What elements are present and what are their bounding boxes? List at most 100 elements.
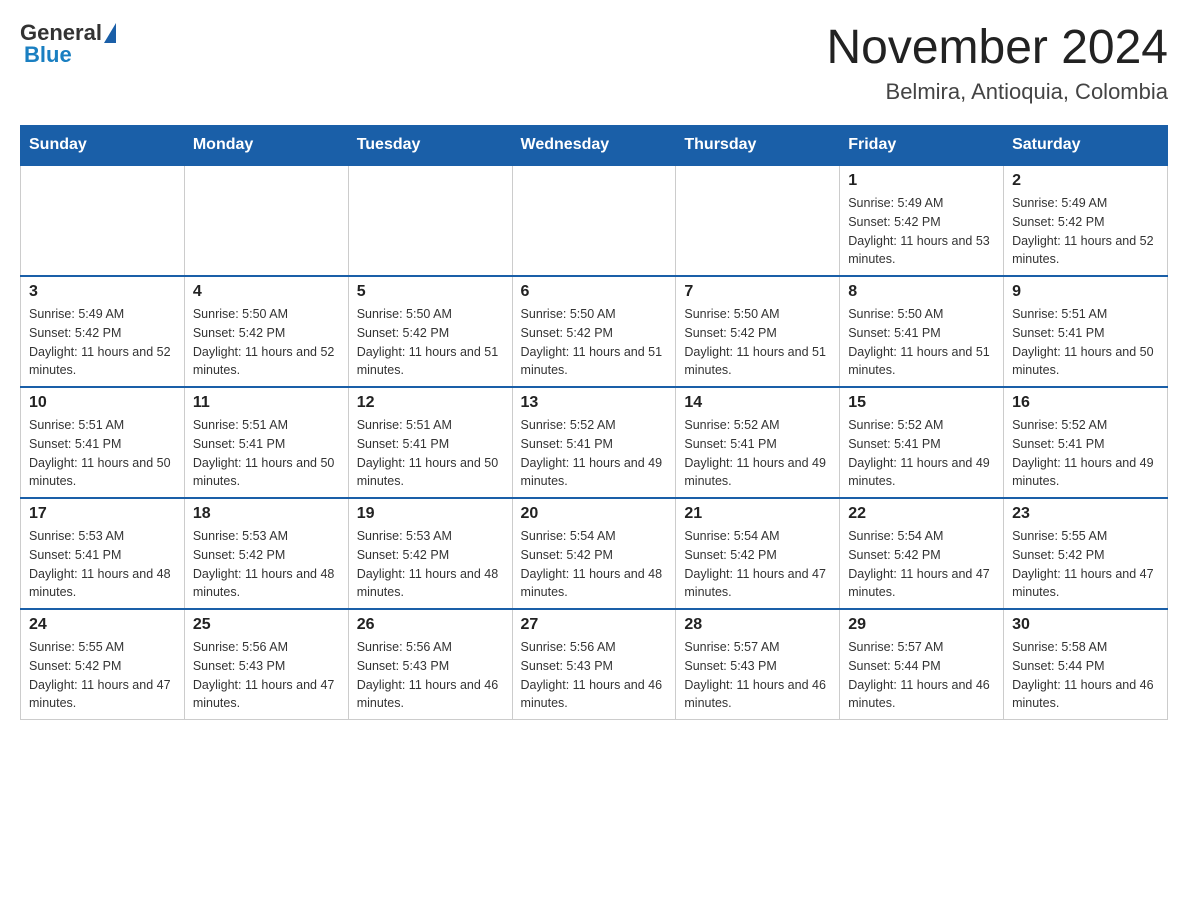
day-info: Sunrise: 5:57 AMSunset: 5:43 PMDaylight:… xyxy=(684,638,831,713)
day-number: 22 xyxy=(848,505,995,523)
calendar-cell: 23 Sunrise: 5:55 AMSunset: 5:42 PMDayligh… xyxy=(1004,498,1168,609)
calendar-cell: 26 Sunrise: 5:56 AMSunset: 5:43 PMDayligh… xyxy=(348,609,512,720)
day-number: 25 xyxy=(193,616,340,634)
day-number: 11 xyxy=(193,394,340,412)
title-area: November 2024 Belmira, Antioquia, Colomb… xyxy=(826,20,1168,105)
day-number: 29 xyxy=(848,616,995,634)
calendar-cell: 9 Sunrise: 5:51 AMSunset: 5:41 PMDaylight… xyxy=(1004,276,1168,387)
calendar-cell: 1 Sunrise: 5:49 AMSunset: 5:42 PMDaylight… xyxy=(840,165,1004,276)
calendar-cell: 29 Sunrise: 5:57 AMSunset: 5:44 PMDayligh… xyxy=(840,609,1004,720)
day-info: Sunrise: 5:50 AMSunset: 5:42 PMDaylight:… xyxy=(521,305,668,380)
day-number: 15 xyxy=(848,394,995,412)
day-info: Sunrise: 5:53 AMSunset: 5:41 PMDaylight:… xyxy=(29,527,176,602)
day-info: Sunrise: 5:54 AMSunset: 5:42 PMDaylight:… xyxy=(848,527,995,602)
day-number: 16 xyxy=(1012,394,1159,412)
calendar-cell: 4 Sunrise: 5:50 AMSunset: 5:42 PMDaylight… xyxy=(184,276,348,387)
day-number: 8 xyxy=(848,283,995,301)
day-number: 26 xyxy=(357,616,504,634)
day-info: Sunrise: 5:52 AMSunset: 5:41 PMDaylight:… xyxy=(521,416,668,491)
day-info: Sunrise: 5:57 AMSunset: 5:44 PMDaylight:… xyxy=(848,638,995,713)
calendar-cell xyxy=(512,165,676,276)
day-info: Sunrise: 5:49 AMSunset: 5:42 PMDaylight:… xyxy=(848,194,995,269)
column-header-saturday: Saturday xyxy=(1004,126,1168,166)
day-info: Sunrise: 5:51 AMSunset: 5:41 PMDaylight:… xyxy=(1012,305,1159,380)
day-number: 28 xyxy=(684,616,831,634)
day-number: 12 xyxy=(357,394,504,412)
day-number: 23 xyxy=(1012,505,1159,523)
day-number: 4 xyxy=(193,283,340,301)
calendar-cell: 6Sunrise: 5:50 AMSunset: 5:42 PMDaylight… xyxy=(512,276,676,387)
calendar-cell: 19 Sunrise: 5:53 AMSunset: 5:42 PMDayligh… xyxy=(348,498,512,609)
calendar-cell: 11 Sunrise: 5:51 AMSunset: 5:41 PMDayligh… xyxy=(184,387,348,498)
day-number: 18 xyxy=(193,505,340,523)
calendar-cell: 15 Sunrise: 5:52 AMSunset: 5:41 PMDayligh… xyxy=(840,387,1004,498)
day-number: 27 xyxy=(521,616,668,634)
logo-blue-text: Blue xyxy=(20,42,72,68)
column-header-monday: Monday xyxy=(184,126,348,166)
day-info: Sunrise: 5:55 AMSunset: 5:42 PMDaylight:… xyxy=(29,638,176,713)
calendar-cell: 20Sunrise: 5:54 AMSunset: 5:42 PMDayligh… xyxy=(512,498,676,609)
column-header-wednesday: Wednesday xyxy=(512,126,676,166)
day-number: 21 xyxy=(684,505,831,523)
day-number: 19 xyxy=(357,505,504,523)
day-number: 1 xyxy=(848,172,995,190)
column-header-sunday: Sunday xyxy=(21,126,185,166)
page-header: General Blue November 2024 Belmira, Anti… xyxy=(20,20,1168,105)
day-info: Sunrise: 5:54 AMSunset: 5:42 PMDaylight:… xyxy=(684,527,831,602)
day-info: Sunrise: 5:56 AMSunset: 5:43 PMDaylight:… xyxy=(357,638,504,713)
calendar-cell: 14 Sunrise: 5:52 AMSunset: 5:41 PMDayligh… xyxy=(676,387,840,498)
day-info: Sunrise: 5:50 AMSunset: 5:41 PMDaylight:… xyxy=(848,305,995,380)
calendar-week-1: 1 Sunrise: 5:49 AMSunset: 5:42 PMDaylight… xyxy=(21,165,1168,276)
day-number: 3 xyxy=(29,283,176,301)
day-number: 24 xyxy=(29,616,176,634)
day-number: 30 xyxy=(1012,616,1159,634)
day-info: Sunrise: 5:52 AMSunset: 5:41 PMDaylight:… xyxy=(848,416,995,491)
calendar-cell: 10 Sunrise: 5:51 AMSunset: 5:41 PMDayligh… xyxy=(21,387,185,498)
day-number: 9 xyxy=(1012,283,1159,301)
location-label: Belmira, Antioquia, Colombia xyxy=(826,79,1168,105)
day-number: 2 xyxy=(1012,172,1159,190)
calendar-cell: 16 Sunrise: 5:52 AMSunset: 5:41 PMDayligh… xyxy=(1004,387,1168,498)
day-number: 17 xyxy=(29,505,176,523)
calendar-cell: 24 Sunrise: 5:55 AMSunset: 5:42 PMDayligh… xyxy=(21,609,185,720)
day-info: Sunrise: 5:52 AMSunset: 5:41 PMDaylight:… xyxy=(684,416,831,491)
calendar-cell: 21 Sunrise: 5:54 AMSunset: 5:42 PMDayligh… xyxy=(676,498,840,609)
calendar-cell: 8 Sunrise: 5:50 AMSunset: 5:41 PMDaylight… xyxy=(840,276,1004,387)
day-number: 20 xyxy=(521,505,668,523)
calendar-cell xyxy=(348,165,512,276)
day-number: 10 xyxy=(29,394,176,412)
day-info: Sunrise: 5:50 AMSunset: 5:42 PMDaylight:… xyxy=(193,305,340,380)
calendar-cell: 13Sunrise: 5:52 AMSunset: 5:41 PMDayligh… xyxy=(512,387,676,498)
logo-triangle-icon xyxy=(104,23,116,43)
column-header-tuesday: Tuesday xyxy=(348,126,512,166)
day-info: Sunrise: 5:56 AMSunset: 5:43 PMDaylight:… xyxy=(193,638,340,713)
logo: General Blue xyxy=(20,20,116,68)
calendar-cell: 27 Sunrise: 5:56 AMSunset: 5:43 PMDayligh… xyxy=(512,609,676,720)
day-info: Sunrise: 5:53 AMSunset: 5:42 PMDaylight:… xyxy=(193,527,340,602)
column-header-friday: Friday xyxy=(840,126,1004,166)
day-number: 14 xyxy=(684,394,831,412)
calendar-cell: 22 Sunrise: 5:54 AMSunset: 5:42 PMDayligh… xyxy=(840,498,1004,609)
day-info: Sunrise: 5:49 AMSunset: 5:42 PMDaylight:… xyxy=(29,305,176,380)
calendar-cell xyxy=(184,165,348,276)
calendar-cell xyxy=(676,165,840,276)
day-info: Sunrise: 5:53 AMSunset: 5:42 PMDaylight:… xyxy=(357,527,504,602)
calendar-cell: 3 Sunrise: 5:49 AMSunset: 5:42 PMDaylight… xyxy=(21,276,185,387)
day-number: 5 xyxy=(357,283,504,301)
day-info: Sunrise: 5:52 AMSunset: 5:41 PMDaylight:… xyxy=(1012,416,1159,491)
day-number: 7 xyxy=(684,283,831,301)
month-title: November 2024 xyxy=(826,20,1168,75)
calendar-cell: 5Sunrise: 5:50 AMSunset: 5:42 PMDaylight… xyxy=(348,276,512,387)
day-info: Sunrise: 5:55 AMSunset: 5:42 PMDaylight:… xyxy=(1012,527,1159,602)
day-info: Sunrise: 5:51 AMSunset: 5:41 PMDaylight:… xyxy=(29,416,176,491)
calendar-week-2: 3 Sunrise: 5:49 AMSunset: 5:42 PMDaylight… xyxy=(21,276,1168,387)
calendar-cell: 2 Sunrise: 5:49 AMSunset: 5:42 PMDaylight… xyxy=(1004,165,1168,276)
day-info: Sunrise: 5:51 AMSunset: 5:41 PMDaylight:… xyxy=(193,416,340,491)
calendar-cell: 18 Sunrise: 5:53 AMSunset: 5:42 PMDayligh… xyxy=(184,498,348,609)
day-info: Sunrise: 5:56 AMSunset: 5:43 PMDaylight:… xyxy=(521,638,668,713)
calendar-week-3: 10 Sunrise: 5:51 AMSunset: 5:41 PMDayligh… xyxy=(21,387,1168,498)
calendar-cell: 30Sunrise: 5:58 AMSunset: 5:44 PMDayligh… xyxy=(1004,609,1168,720)
calendar-cell: 17 Sunrise: 5:53 AMSunset: 5:41 PMDayligh… xyxy=(21,498,185,609)
day-info: Sunrise: 5:49 AMSunset: 5:42 PMDaylight:… xyxy=(1012,194,1159,269)
column-header-thursday: Thursday xyxy=(676,126,840,166)
